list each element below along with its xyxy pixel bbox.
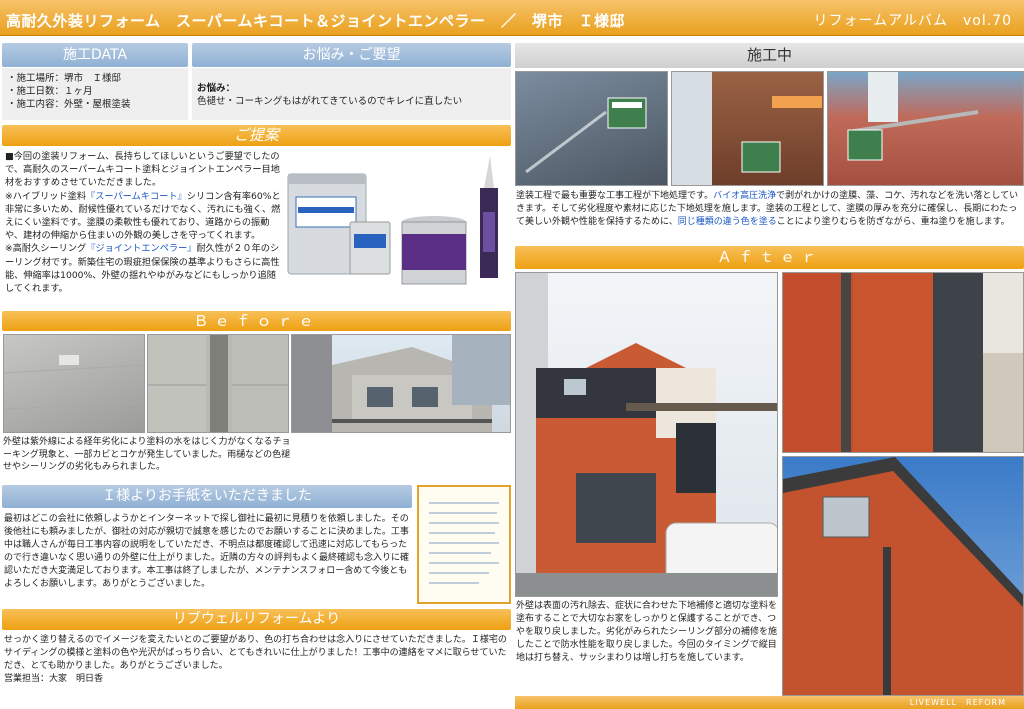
concern-section-title: お悩み・ご要望 bbox=[192, 43, 511, 67]
after-house-photo bbox=[515, 272, 778, 597]
page-title: 高耐久外装リフォーム スーパームキコート＆ジョイントエンペラー ／ 堺市 Ｉ様邸 bbox=[6, 12, 625, 30]
message-section-title: リブウェルリフォームより bbox=[2, 609, 511, 630]
message-section-box: せっかく塗り替えるのでイメージを変えたいとのご要望があり、色の打ち合わせは念入り… bbox=[4, 634, 511, 696]
after-caption: 外壁は表面の汚れ除去、症状に合わせた下地補修と適切な塗料を塗布することで大切なお… bbox=[516, 601, 778, 663]
before-house-photo bbox=[291, 334, 511, 433]
proposal-p2: ※ハイブリッド塗料『スーパームキコート』シリコン含有率60%と非常に多いため、耐… bbox=[5, 190, 281, 242]
proposal-p3: ※高耐久シーリング『ジョイントエンペラー』耐久性が２０年のシーリング材です。新築… bbox=[5, 243, 280, 295]
concern-label: お悩み： bbox=[197, 83, 236, 94]
data-section-title: 施工DATA bbox=[2, 43, 188, 67]
before-title: Ｂｅｆｏｒｅ bbox=[2, 311, 511, 331]
data-item-content: ・施工内容：外壁・屋根塗装 bbox=[7, 99, 131, 110]
data-section-box: ・施工場所：堺市 Ｉ様邸 ・施工日数：１ヶ月 ・施工内容：外壁・屋根塗装 bbox=[2, 68, 188, 120]
proposal-p1: ■今回の塗装リフォーム、長持ちしてほしいというご要望でしたので、高耐久のスーパー… bbox=[5, 151, 280, 189]
proposal-title: ご提案 bbox=[2, 125, 511, 146]
letter-section-title: Ｉ様よりお手紙をいただきました bbox=[2, 485, 412, 508]
concern-text: 色褪せ・コーキングもはがれてきているのでキレイに直したい bbox=[197, 96, 463, 107]
construction-title: 施工中 bbox=[515, 43, 1024, 68]
after-eaves-photo bbox=[782, 456, 1024, 696]
after-wall-photo bbox=[782, 272, 1024, 453]
construction-photo-painting bbox=[827, 71, 1024, 186]
construction-photo-roof-coating bbox=[671, 71, 824, 186]
data-item-place: ・施工場所：堺市 Ｉ様邸 bbox=[7, 73, 122, 84]
before-wall-photo bbox=[3, 334, 145, 433]
product-image bbox=[284, 152, 511, 304]
message-text: せっかく塗り替えるのでイメージを変えたいとのご要望があり、色の打ち合わせは念入り… bbox=[4, 635, 507, 671]
construction-text: 塗装工程で最も重要な工事工程が下地処理です。バイオ高圧洗浄で剥がれかけの塗膜、藻… bbox=[516, 191, 1019, 227]
proposal-text: ■今回の塗装リフォーム、長持ちしてほしいというご要望でしたので、高耐久のスーパー… bbox=[5, 150, 283, 306]
data-item-days: ・施工日数：１ヶ月 bbox=[7, 86, 93, 97]
concern-section-box: お悩み： 色褪せ・コーキングもはがれてきているのでキレイに直したい bbox=[192, 68, 511, 120]
handwritten-letter-image bbox=[417, 485, 511, 604]
letter-section-text: 最初はどこの会社に依頼しようかとインターネットで探し御社に最初に見積りを依頼しま… bbox=[4, 514, 410, 590]
staff-name: 営業担当：大家 明日香 bbox=[4, 674, 104, 684]
album-label: リフォームアルバム vol.70 bbox=[813, 13, 1012, 29]
after-title: Ａｆｔｅｒ bbox=[515, 246, 1024, 269]
footer-brand: LIVEWELL REFORM bbox=[515, 696, 1024, 709]
construction-photo-washing bbox=[515, 71, 668, 186]
before-sealing-photo bbox=[147, 334, 289, 433]
before-caption: 外壁は紫外線による経年劣化により塗料の水をはじく力がなくなるチョーキング現象と、… bbox=[3, 437, 291, 472]
